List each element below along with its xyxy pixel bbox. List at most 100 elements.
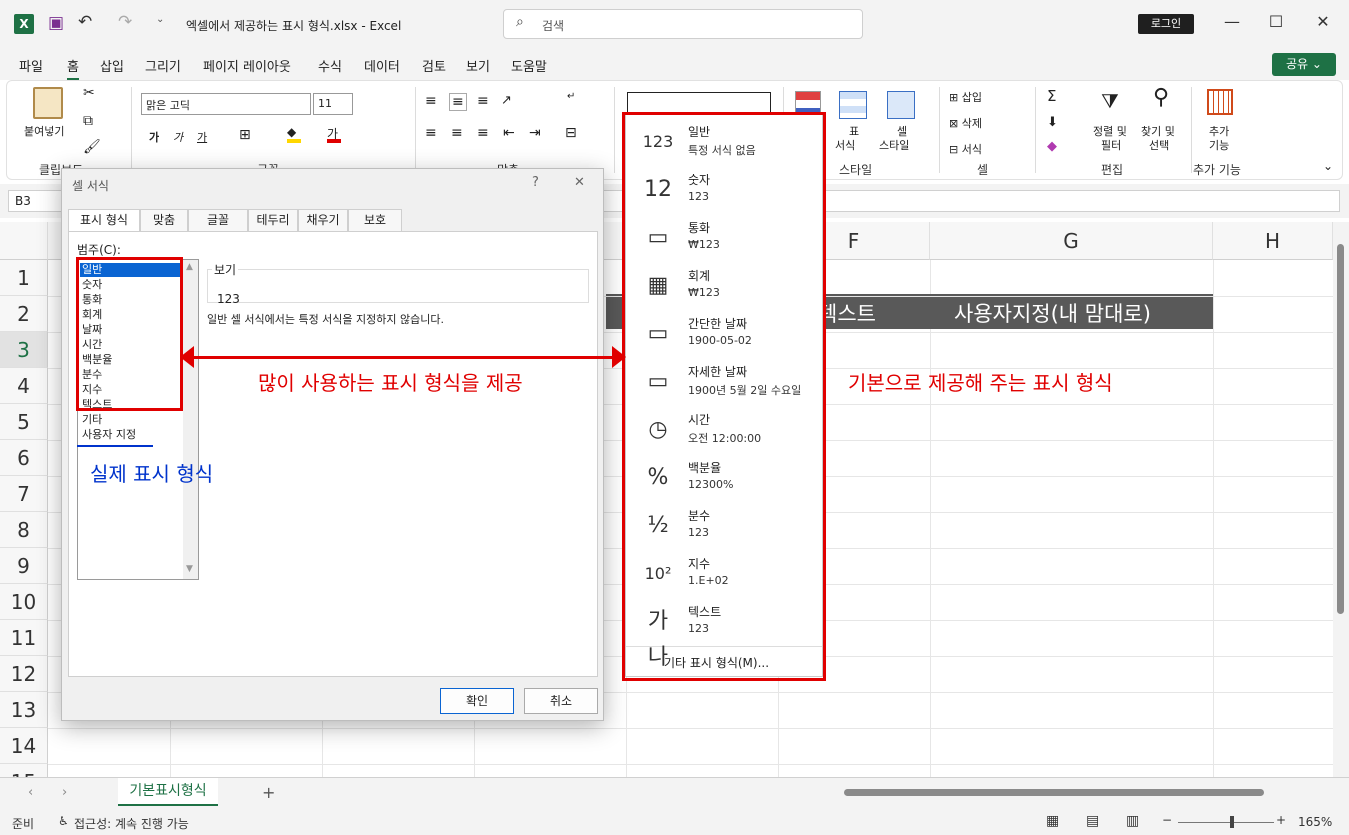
- menu-page-layout[interactable]: 페이지 레이아웃: [203, 56, 291, 75]
- row-header[interactable]: 12: [0, 656, 48, 692]
- accessibility-status[interactable]: 접근성: 계속 진행 가능: [74, 815, 189, 832]
- horizontal-scrollbar[interactable]: [828, 788, 1328, 798]
- underline-button[interactable]: 가: [197, 129, 207, 145]
- vertical-scrollbar[interactable]: [1333, 222, 1349, 777]
- decrease-indent-icon[interactable]: ⇤: [503, 125, 515, 141]
- close-icon[interactable]: ✕: [1309, 12, 1337, 31]
- row-header[interactable]: 3: [0, 332, 48, 368]
- menu-view[interactable]: 보기: [466, 56, 490, 75]
- menu-draw[interactable]: 그리기: [145, 56, 181, 75]
- paste-icon[interactable]: [33, 87, 63, 119]
- login-button[interactable]: 로그인: [1138, 14, 1194, 34]
- ribbon-collapse-icon[interactable]: ⌄: [1323, 159, 1333, 173]
- find-select-label-2[interactable]: 선택: [1149, 137, 1169, 153]
- row-header[interactable]: 7: [0, 476, 48, 512]
- delete-cells-button[interactable]: ⊠ 삭제: [949, 115, 982, 131]
- row-header[interactable]: 2: [0, 296, 48, 332]
- cancel-button[interactable]: 취소: [524, 688, 598, 714]
- next-sheet-icon[interactable]: ›: [62, 785, 67, 800]
- number-format-select[interactable]: [627, 92, 771, 114]
- cut-icon[interactable]: ✂: [83, 85, 95, 101]
- align-center-icon[interactable]: ≡: [451, 125, 463, 141]
- table-format-icon[interactable]: [839, 91, 867, 119]
- page-break-view-icon[interactable]: ▥: [1126, 813, 1139, 829]
- find-select-icon[interactable]: ⚲: [1153, 85, 1169, 110]
- menu-file[interactable]: 파일: [19, 56, 43, 75]
- align-right-icon[interactable]: ≡: [477, 125, 489, 141]
- sort-filter-icon[interactable]: ⧩: [1101, 89, 1119, 113]
- align-left-icon[interactable]: ≡: [425, 125, 437, 141]
- row-header[interactable]: 14: [0, 728, 48, 764]
- font-size-select[interactable]: 11: [313, 93, 353, 115]
- qat-customize-icon[interactable]: ⌄: [156, 14, 164, 25]
- copy-icon[interactable]: ⧉: [83, 113, 93, 129]
- menu-home[interactable]: 홈: [67, 56, 79, 81]
- zoom-slider[interactable]: [1178, 822, 1274, 823]
- menu-data[interactable]: 데이터: [364, 56, 400, 75]
- row-header[interactable]: 11: [0, 620, 48, 656]
- row-header[interactable]: 1: [0, 260, 48, 296]
- wrap-text-icon[interactable]: ↵: [567, 91, 575, 102]
- row-header[interactable]: 5: [0, 404, 48, 440]
- menu-review[interactable]: 검토: [422, 56, 446, 75]
- prev-sheet-icon[interactable]: ‹: [28, 785, 33, 800]
- save-icon[interactable]: ▣: [48, 13, 64, 33]
- column-header-h[interactable]: H: [1213, 222, 1333, 260]
- column-header-corner[interactable]: [0, 222, 48, 260]
- category-scrollbar[interactable]: ▲ ▼: [183, 260, 198, 579]
- addin-label-2[interactable]: 기능: [1209, 137, 1229, 153]
- align-middle-icon[interactable]: ≡: [449, 93, 467, 111]
- row-header[interactable]: 13: [0, 692, 48, 728]
- paste-label[interactable]: 붙여넣기: [24, 123, 64, 139]
- tab-border[interactable]: 테두리: [248, 209, 298, 231]
- fill-color-icon[interactable]: ◆: [287, 125, 301, 143]
- help-button[interactable]: ?: [532, 175, 539, 190]
- zoom-in-icon[interactable]: +: [1276, 813, 1286, 827]
- clear-icon[interactable]: ◆: [1047, 139, 1057, 154]
- bold-button[interactable]: 가: [149, 129, 159, 145]
- format-cells-button[interactable]: ⊟ 서식: [949, 141, 982, 157]
- row-header[interactable]: 10: [0, 584, 48, 620]
- row-header[interactable]: 8: [0, 512, 48, 548]
- zoom-level[interactable]: 165%: [1298, 815, 1332, 829]
- italic-button[interactable]: 가: [173, 129, 183, 145]
- tab-fill[interactable]: 채우기: [298, 209, 348, 231]
- table-format-label-2[interactable]: 서식: [835, 137, 855, 153]
- dialog-close-icon[interactable]: ✕: [574, 175, 585, 190]
- merge-center-icon[interactable]: ⊟: [565, 125, 577, 141]
- font-name-select[interactable]: 맑은 고딕: [141, 93, 311, 115]
- addin-icon[interactable]: [1207, 89, 1233, 115]
- tab-alignment[interactable]: 맞춤: [140, 209, 188, 231]
- tab-font[interactable]: 글꼴: [188, 209, 248, 231]
- page-layout-view-icon[interactable]: ▤: [1086, 813, 1099, 829]
- zoom-slider-thumb[interactable]: [1230, 816, 1234, 828]
- share-button[interactable]: 공유 ⌄: [1272, 53, 1336, 76]
- align-bottom-icon[interactable]: ≡: [477, 93, 489, 109]
- normal-view-icon[interactable]: ▦: [1046, 813, 1059, 829]
- sheet-tab[interactable]: 기본표시형식: [118, 778, 218, 806]
- menu-formulas[interactable]: 수식: [318, 56, 342, 75]
- column-header-g[interactable]: G: [930, 222, 1213, 260]
- autosum-icon[interactable]: Σ: [1047, 87, 1056, 105]
- redo-icon[interactable]: ↷: [118, 12, 132, 32]
- ok-button[interactable]: 확인: [440, 688, 514, 714]
- hscroll-thumb[interactable]: [844, 789, 1264, 796]
- tab-protection[interactable]: 보호: [348, 209, 402, 231]
- scroll-thumb[interactable]: [1337, 244, 1344, 614]
- row-header[interactable]: 4: [0, 368, 48, 404]
- category-item[interactable]: 사용자 지정: [82, 427, 136, 442]
- increase-indent-icon[interactable]: ⇥: [529, 125, 541, 141]
- cell-style-label-2[interactable]: 스타일: [879, 137, 909, 153]
- scroll-up-icon[interactable]: ▲: [186, 262, 193, 272]
- insert-cells-button[interactable]: ⊞ 삽입: [949, 89, 982, 105]
- menu-help[interactable]: 도움말: [511, 56, 547, 75]
- font-color-icon[interactable]: 가: [327, 125, 341, 143]
- align-top-icon[interactable]: ≡: [425, 93, 437, 109]
- border-icon[interactable]: ⊞: [239, 127, 251, 143]
- orientation-icon[interactable]: ↗: [501, 93, 512, 108]
- fill-icon[interactable]: ⬇: [1047, 115, 1058, 130]
- tab-number[interactable]: 표시 형식: [68, 209, 140, 231]
- row-header[interactable]: 9: [0, 548, 48, 584]
- undo-icon[interactable]: ↶: [78, 12, 92, 32]
- search-box[interactable]: ⌕ 검색: [503, 9, 863, 39]
